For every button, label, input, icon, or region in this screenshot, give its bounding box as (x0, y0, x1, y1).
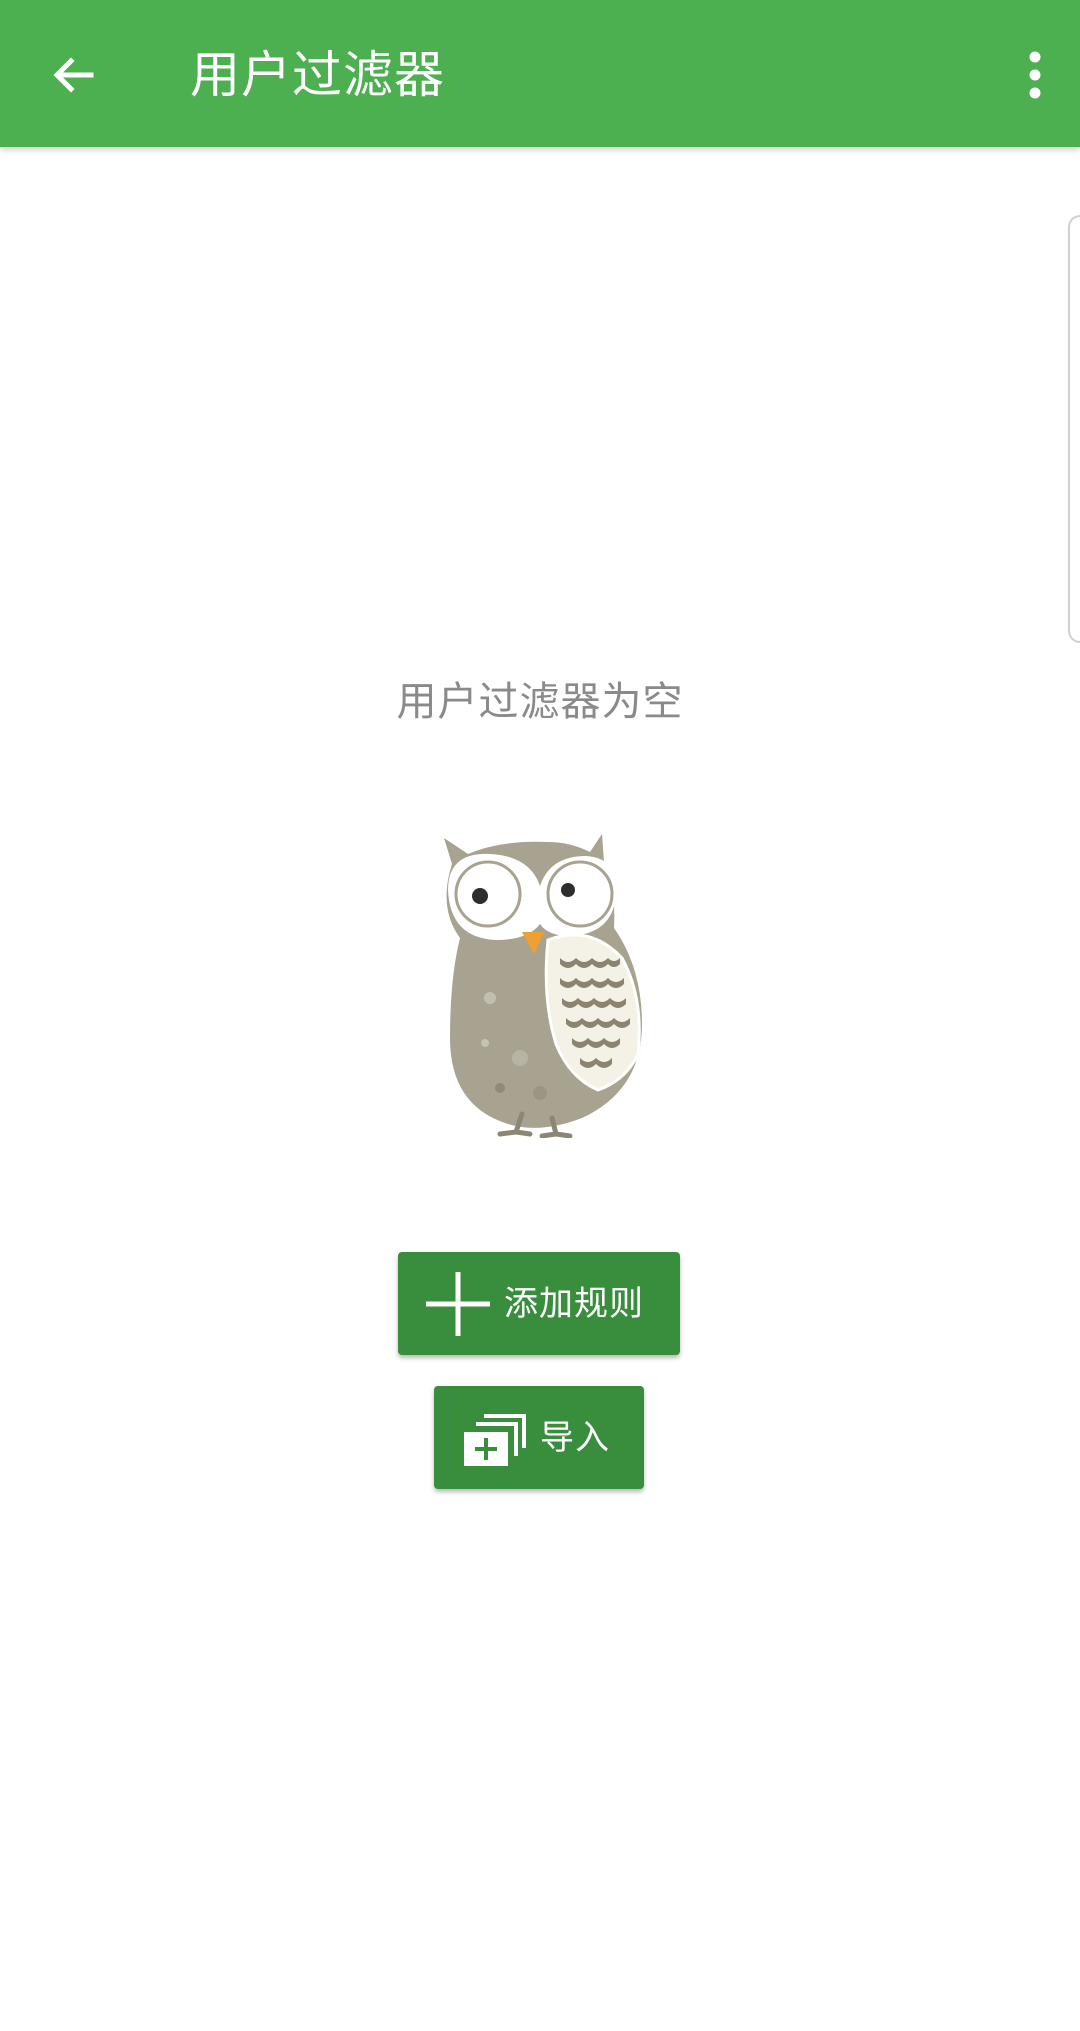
arrow-left-icon (53, 57, 94, 93)
edge-panel-handle[interactable] (1068, 215, 1080, 643)
import-button[interactable]: 导入 (434, 1386, 644, 1489)
app-toolbar: 用户过滤器 (0, 0, 1080, 147)
back-button[interactable] (28, 30, 118, 120)
empty-state-message: 用户过滤器为空 (396, 679, 684, 725)
plus-icon (426, 1271, 490, 1336)
add-rule-button[interactable]: 添加规则 (398, 1252, 680, 1355)
import-label: 导入 (540, 1417, 610, 1458)
add-rule-label: 添加规则 (504, 1283, 644, 1324)
user-filter-screen: 用户过滤器 用户过滤器为空 添加规则 导入 (0, 0, 1080, 2031)
overflow-menu-button[interactable] (990, 30, 1080, 120)
page-title: 用户过滤器 (190, 46, 445, 104)
owl-illustration (444, 834, 642, 1138)
import-stack-icon (464, 1413, 526, 1466)
more-vert-icon (1029, 51, 1041, 99)
